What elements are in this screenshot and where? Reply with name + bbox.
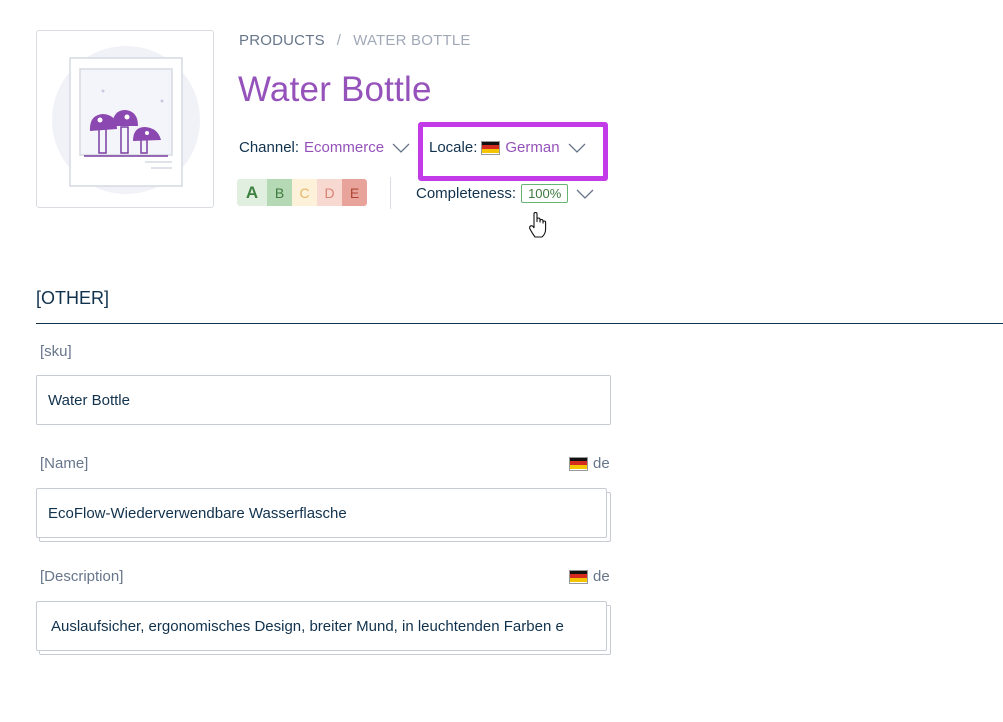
locale-label: Locale: bbox=[429, 139, 478, 156]
sku-label: [sku] bbox=[40, 343, 72, 360]
vertical-divider bbox=[390, 177, 391, 209]
name-label: [Name] bbox=[40, 455, 89, 472]
section-divider bbox=[36, 323, 1003, 324]
product-thumbnail[interactable] bbox=[36, 30, 214, 208]
chevron-down-icon[interactable] bbox=[576, 189, 594, 199]
hand-cursor-icon bbox=[529, 212, 547, 238]
completeness-selector[interactable]: Completeness: 100% bbox=[416, 184, 594, 203]
channel-selector[interactable]: Channel: Ecommerce bbox=[239, 139, 410, 156]
description-input[interactable]: Auslaufsicher, ergonomisches Design, bre… bbox=[36, 601, 607, 651]
german-flag-icon bbox=[481, 140, 501, 155]
name-input[interactable]: EcoFlow-Wiederverwendbare Wasserflasche bbox=[36, 488, 607, 538]
description-locale: de bbox=[569, 568, 610, 585]
chevron-down-icon[interactable] bbox=[392, 143, 410, 153]
completeness-badge[interactable]: 100% bbox=[521, 184, 569, 203]
locale-selector[interactable]: Locale: German bbox=[429, 139, 586, 156]
breadcrumb-current: WATER BOTTLE bbox=[353, 32, 471, 49]
breadcrumb: PRODUCTS / WATER BOTTLE bbox=[239, 32, 471, 49]
chevron-down-icon[interactable] bbox=[568, 143, 586, 153]
locale-value[interactable]: German bbox=[505, 139, 559, 156]
page-title: Water Bottle bbox=[238, 70, 432, 109]
channel-label: Channel: bbox=[239, 139, 300, 156]
grade-b: B bbox=[267, 179, 292, 206]
grade-a: A bbox=[237, 179, 267, 206]
name-locale: de bbox=[569, 455, 610, 472]
quality-score: A B C D E bbox=[237, 179, 367, 206]
german-flag-icon bbox=[569, 569, 588, 584]
breadcrumb-separator: / bbox=[336, 32, 342, 49]
german-flag-icon bbox=[569, 456, 588, 471]
name-locale-code: de bbox=[593, 455, 610, 472]
grade-d: D bbox=[317, 179, 342, 206]
product-placeholder-icon bbox=[52, 46, 200, 194]
completeness-label: Completeness: bbox=[416, 185, 517, 202]
breadcrumb-products-link[interactable]: PRODUCTS bbox=[239, 32, 325, 49]
description-label: [Description] bbox=[40, 568, 124, 585]
grade-e: E bbox=[342, 179, 367, 206]
grade-c: C bbox=[292, 179, 317, 206]
description-locale-code: de bbox=[593, 568, 610, 585]
section-title: [OTHER] bbox=[36, 288, 110, 308]
sku-input[interactable]: Water Bottle bbox=[36, 375, 611, 425]
channel-value[interactable]: Ecommerce bbox=[304, 139, 384, 156]
